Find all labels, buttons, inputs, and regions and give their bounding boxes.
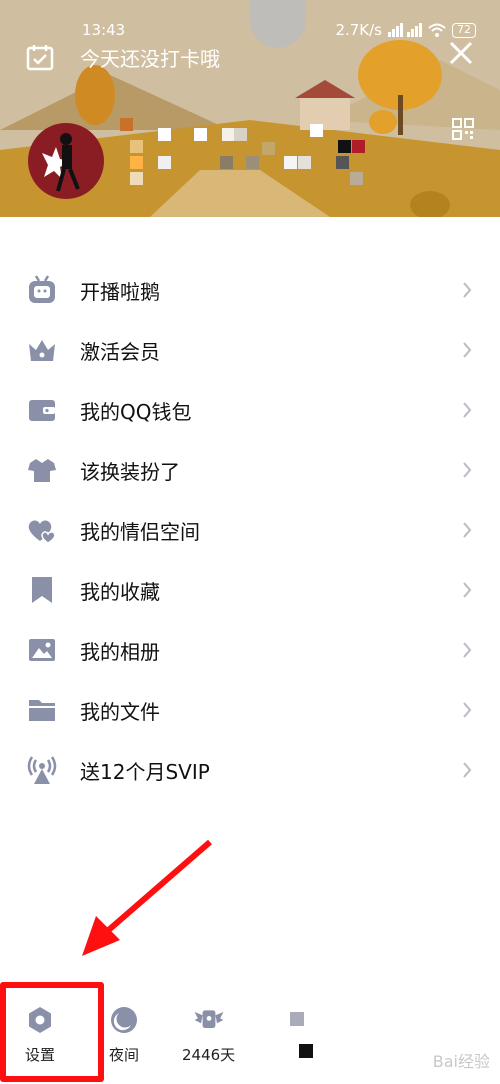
photo-icon: [26, 634, 58, 666]
chevron-right-icon: [463, 582, 472, 598]
menu-label: 送12个月SVIP: [80, 759, 210, 784]
signal-icon: [388, 23, 422, 37]
menu-label: 我的QQ钱包: [80, 399, 192, 424]
menu-label: 我的收藏: [80, 579, 160, 604]
chevron-right-icon: [463, 762, 472, 778]
menu-item-files[interactable]: 我的文件: [0, 680, 500, 740]
menu-label: 激活会员: [80, 339, 160, 364]
chevron-right-icon: [463, 462, 472, 478]
profile-header: 13:43 2.7K/s 72 今天还没打卡哦: [0, 0, 500, 217]
night-label: 夜间: [108, 1046, 139, 1064]
settings-highlight-box: [0, 982, 104, 1082]
tv-face-icon: [26, 274, 58, 306]
chevron-right-icon: [463, 642, 472, 658]
wifi-icon: [428, 23, 446, 37]
calendar-check-icon: [26, 45, 54, 71]
status-indicators: 2.7K/s 72: [335, 21, 476, 39]
chevron-right-icon: [463, 402, 472, 418]
avatar[interactable]: [28, 123, 104, 199]
night-mode-button[interactable]: 夜间: [108, 1004, 140, 1065]
menu-item-couple-space[interactable]: 我的情侣空间: [0, 500, 500, 560]
menu-item-favorites[interactable]: 我的收藏: [0, 560, 500, 620]
bookmark-icon: [26, 574, 58, 606]
wallet-icon: [26, 394, 58, 426]
chevron-right-icon: [463, 702, 472, 718]
checkin-text: 今天还没打卡哦: [80, 46, 220, 71]
avatar-figure-icon: [42, 133, 80, 192]
menu-label: 该换装扮了: [80, 459, 180, 484]
menu-item-live[interactable]: 开播啦鹅: [0, 260, 500, 320]
moon-icon: [108, 1004, 140, 1036]
broadcast-icon: [26, 754, 58, 786]
menu-item-album[interactable]: 我的相册: [0, 620, 500, 680]
watermark-text: Bai经验: [432, 1052, 490, 1071]
hearts-icon: [26, 514, 58, 546]
checkin-row[interactable]: 今天还没打卡哦: [26, 42, 220, 72]
network-speed: 2.7K/s: [335, 21, 382, 39]
menu-item-wallet[interactable]: 我的QQ钱包: [0, 380, 500, 440]
qr-code-icon[interactable]: [452, 118, 474, 140]
badge-wings-icon: [193, 1004, 225, 1036]
tshirt-icon: [26, 454, 58, 486]
menu-item-svip[interactable]: 送12个月SVIP: [0, 740, 500, 800]
nickname-mosaic: [110, 118, 370, 194]
days-label: 2446天: [182, 1046, 236, 1064]
days-button[interactable]: 2446天: [182, 1004, 235, 1065]
status-time: 13:43: [82, 21, 126, 39]
battery-indicator: 72: [452, 22, 476, 38]
chevron-right-icon: [463, 282, 472, 298]
pixel-icon: [282, 1004, 314, 1036]
menu-item-dressup[interactable]: 该换装扮了: [0, 440, 500, 500]
folder-icon: [26, 694, 58, 726]
black-square-icon: [299, 1044, 313, 1058]
menu-item-membership[interactable]: 激活会员: [0, 320, 500, 380]
chevron-right-icon: [463, 522, 472, 538]
status-bar: 13:43 2.7K/s 72: [0, 18, 500, 44]
crown-icon: [26, 334, 58, 366]
menu-label: 我的情侣空间: [80, 519, 200, 544]
chevron-right-icon: [463, 342, 472, 358]
more-status-button[interactable]: [282, 1004, 314, 1058]
close-icon[interactable]: [448, 40, 474, 66]
menu-label: 我的文件: [80, 699, 160, 724]
side-menu: 开播啦鹅 激活会员 我的QQ钱包 该换装扮了 我的情侣空间 我的收藏 我的相册 …: [0, 260, 500, 800]
menu-label: 我的相册: [80, 639, 160, 664]
menu-label: 开播啦鹅: [80, 279, 160, 304]
